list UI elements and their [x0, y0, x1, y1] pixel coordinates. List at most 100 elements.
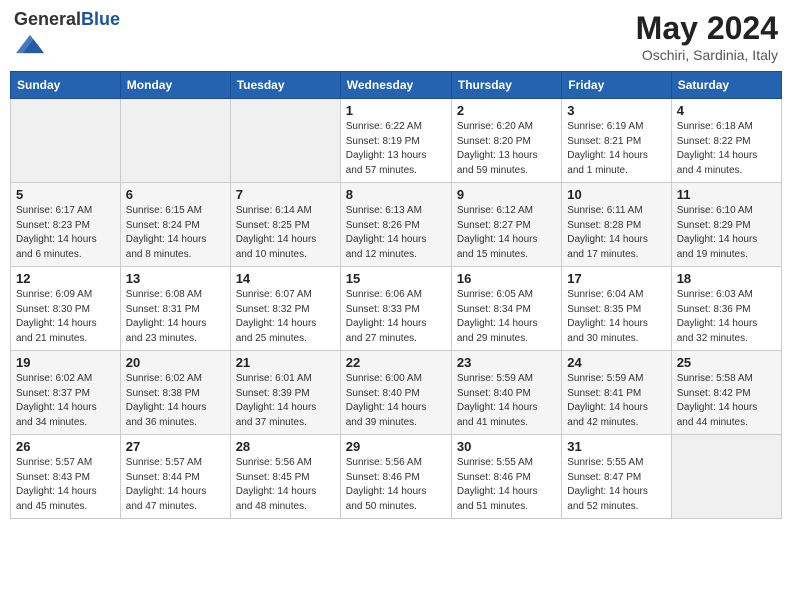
col-tuesday: Tuesday [230, 72, 340, 99]
day-info: Sunrise: 6:18 AM Sunset: 8:22 PM Dayligh… [677, 120, 776, 178]
calendar-cell: 26 Sunrise: 5:57 AM Sunset: 8:43 PM Dayli… [11, 435, 121, 519]
day-info: Sunrise: 6:02 AM Sunset: 8:37 PM Dayligh… [16, 372, 115, 430]
day-info: Sunrise: 6:03 AM Sunset: 8:36 PM Dayligh… [677, 288, 776, 346]
day-number: 24 [567, 355, 665, 370]
day-number: 28 [236, 439, 335, 454]
day-info: Sunrise: 6:00 AM Sunset: 8:40 PM Dayligh… [346, 372, 446, 430]
calendar-week-2: 5 Sunrise: 6:17 AM Sunset: 8:23 PM Daylig… [11, 183, 782, 267]
calendar-week-4: 19 Sunrise: 6:02 AM Sunset: 8:37 PM Dayli… [11, 351, 782, 435]
col-friday: Friday [562, 72, 671, 99]
day-number: 13 [126, 271, 225, 286]
calendar-cell: 18 Sunrise: 6:03 AM Sunset: 8:36 PM Dayli… [671, 267, 781, 351]
day-number: 21 [236, 355, 335, 370]
day-number: 22 [346, 355, 446, 370]
day-info: Sunrise: 5:59 AM Sunset: 8:41 PM Dayligh… [567, 372, 665, 430]
calendar-cell: 4 Sunrise: 6:18 AM Sunset: 8:22 PM Daylig… [671, 99, 781, 183]
day-number: 31 [567, 439, 665, 454]
logo-general-text: General [14, 9, 81, 29]
day-info: Sunrise: 6:08 AM Sunset: 8:31 PM Dayligh… [126, 288, 225, 346]
day-info: Sunrise: 6:06 AM Sunset: 8:33 PM Dayligh… [346, 288, 446, 346]
day-info: Sunrise: 6:12 AM Sunset: 8:27 PM Dayligh… [457, 204, 556, 262]
calendar-cell: 2Sunrise: 6:20 AM Sunset: 8:20 PM Daylig… [451, 99, 561, 183]
calendar-cell: 13 Sunrise: 6:08 AM Sunset: 8:31 PM Dayli… [120, 267, 230, 351]
day-info: Sunrise: 5:57 AM Sunset: 8:43 PM Dayligh… [16, 456, 115, 514]
calendar-cell: 12 Sunrise: 6:09 AM Sunset: 8:30 PM Dayli… [11, 267, 121, 351]
day-info: Sunrise: 6:11 AM Sunset: 8:28 PM Dayligh… [567, 204, 665, 262]
logo: GeneralBlue [14, 10, 120, 63]
page-header: GeneralBlue May 2024 Oschiri, Sardinia, … [10, 10, 782, 63]
day-info: Sunrise: 6:01 AM Sunset: 8:39 PM Dayligh… [236, 372, 335, 430]
calendar-cell: 27 Sunrise: 5:57 AM Sunset: 8:44 PM Dayli… [120, 435, 230, 519]
col-wednesday: Wednesday [340, 72, 451, 99]
day-number: 14 [236, 271, 335, 286]
day-info: Sunrise: 6:07 AM Sunset: 8:32 PM Dayligh… [236, 288, 335, 346]
day-info: Sunrise: 6:14 AM Sunset: 8:25 PM Dayligh… [236, 204, 335, 262]
calendar-cell: 17 Sunrise: 6:04 AM Sunset: 8:35 PM Dayli… [562, 267, 671, 351]
calendar-cell: 19 Sunrise: 6:02 AM Sunset: 8:37 PM Dayli… [11, 351, 121, 435]
day-number: 5 [16, 187, 115, 202]
col-monday: Monday [120, 72, 230, 99]
calendar-cell: 14 Sunrise: 6:07 AM Sunset: 8:32 PM Dayli… [230, 267, 340, 351]
calendar-cell: 16 Sunrise: 6:05 AM Sunset: 8:34 PM Dayli… [451, 267, 561, 351]
calendar-cell: 6 Sunrise: 6:15 AM Sunset: 8:24 PM Daylig… [120, 183, 230, 267]
calendar-header: Sunday Monday Tuesday Wednesday Thursday… [11, 72, 782, 99]
calendar-cell: 28 Sunrise: 5:56 AM Sunset: 8:45 PM Dayli… [230, 435, 340, 519]
calendar-cell: 21 Sunrise: 6:01 AM Sunset: 8:39 PM Dayli… [230, 351, 340, 435]
calendar-body: 1Sunrise: 6:22 AM Sunset: 8:19 PM Daylig… [11, 99, 782, 519]
calendar-cell: 25Sunrise: 5:58 AM Sunset: 8:42 PM Dayli… [671, 351, 781, 435]
calendar-cell: 10 Sunrise: 6:11 AM Sunset: 8:28 PM Dayli… [562, 183, 671, 267]
day-number: 17 [567, 271, 665, 286]
day-number: 6 [126, 187, 225, 202]
day-number: 15 [346, 271, 446, 286]
day-number: 29 [346, 439, 446, 454]
day-info: Sunrise: 5:59 AM Sunset: 8:40 PM Dayligh… [457, 372, 556, 430]
calendar-cell: 5 Sunrise: 6:17 AM Sunset: 8:23 PM Daylig… [11, 183, 121, 267]
day-number: 19 [16, 355, 115, 370]
day-info: Sunrise: 6:02 AM Sunset: 8:38 PM Dayligh… [126, 372, 225, 430]
day-info: Sunrise: 6:17 AM Sunset: 8:23 PM Dayligh… [16, 204, 115, 262]
day-info: Sunrise: 6:05 AM Sunset: 8:34 PM Dayligh… [457, 288, 556, 346]
day-info: Sunrise: 6:13 AM Sunset: 8:26 PM Dayligh… [346, 204, 446, 262]
day-number: 4 [677, 103, 776, 118]
calendar-cell: 7 Sunrise: 6:14 AM Sunset: 8:25 PM Daylig… [230, 183, 340, 267]
day-number: 16 [457, 271, 556, 286]
calendar-cell: 1Sunrise: 6:22 AM Sunset: 8:19 PM Daylig… [340, 99, 451, 183]
day-number: 1 [346, 103, 446, 118]
col-saturday: Saturday [671, 72, 781, 99]
day-number: 12 [16, 271, 115, 286]
day-number: 3 [567, 103, 665, 118]
day-info: Sunrise: 5:55 AM Sunset: 8:47 PM Dayligh… [567, 456, 665, 514]
calendar-cell [11, 99, 121, 183]
day-info: Sunrise: 6:09 AM Sunset: 8:30 PM Dayligh… [16, 288, 115, 346]
calendar-cell: 20Sunrise: 6:02 AM Sunset: 8:38 PM Dayli… [120, 351, 230, 435]
calendar-cell [230, 99, 340, 183]
day-info: Sunrise: 5:56 AM Sunset: 8:45 PM Dayligh… [236, 456, 335, 514]
calendar-cell [671, 435, 781, 519]
day-info: Sunrise: 6:20 AM Sunset: 8:20 PM Dayligh… [457, 120, 556, 178]
day-number: 27 [126, 439, 225, 454]
calendar-cell: 30Sunrise: 5:55 AM Sunset: 8:46 PM Dayli… [451, 435, 561, 519]
calendar-week-3: 12 Sunrise: 6:09 AM Sunset: 8:30 PM Dayli… [11, 267, 782, 351]
calendar-cell: 8Sunrise: 6:13 AM Sunset: 8:26 PM Daylig… [340, 183, 451, 267]
day-info: Sunrise: 6:15 AM Sunset: 8:24 PM Dayligh… [126, 204, 225, 262]
day-info: Sunrise: 6:04 AM Sunset: 8:35 PM Dayligh… [567, 288, 665, 346]
day-info: Sunrise: 5:56 AM Sunset: 8:46 PM Dayligh… [346, 456, 446, 514]
day-number: 7 [236, 187, 335, 202]
calendar-cell: 29 Sunrise: 5:56 AM Sunset: 8:46 PM Dayli… [340, 435, 451, 519]
col-sunday: Sunday [11, 72, 121, 99]
logo-icon [16, 30, 44, 58]
day-number: 9 [457, 187, 556, 202]
day-info: Sunrise: 6:19 AM Sunset: 8:21 PM Dayligh… [567, 120, 665, 178]
day-info: Sunrise: 5:57 AM Sunset: 8:44 PM Dayligh… [126, 456, 225, 514]
calendar-cell: 9 Sunrise: 6:12 AM Sunset: 8:27 PM Daylig… [451, 183, 561, 267]
calendar-cell: 11Sunrise: 6:10 AM Sunset: 8:29 PM Dayli… [671, 183, 781, 267]
calendar-week-1: 1Sunrise: 6:22 AM Sunset: 8:19 PM Daylig… [11, 99, 782, 183]
day-number: 10 [567, 187, 665, 202]
location-subtitle: Oschiri, Sardinia, Italy [636, 47, 778, 63]
month-title: May 2024 [636, 10, 778, 47]
calendar-cell: 23Sunrise: 5:59 AM Sunset: 8:40 PM Dayli… [451, 351, 561, 435]
day-number: 26 [16, 439, 115, 454]
calendar-cell: 31 Sunrise: 5:55 AM Sunset: 8:47 PM Dayli… [562, 435, 671, 519]
logo-blue-text: Blue [81, 9, 120, 29]
day-number: 18 [677, 271, 776, 286]
